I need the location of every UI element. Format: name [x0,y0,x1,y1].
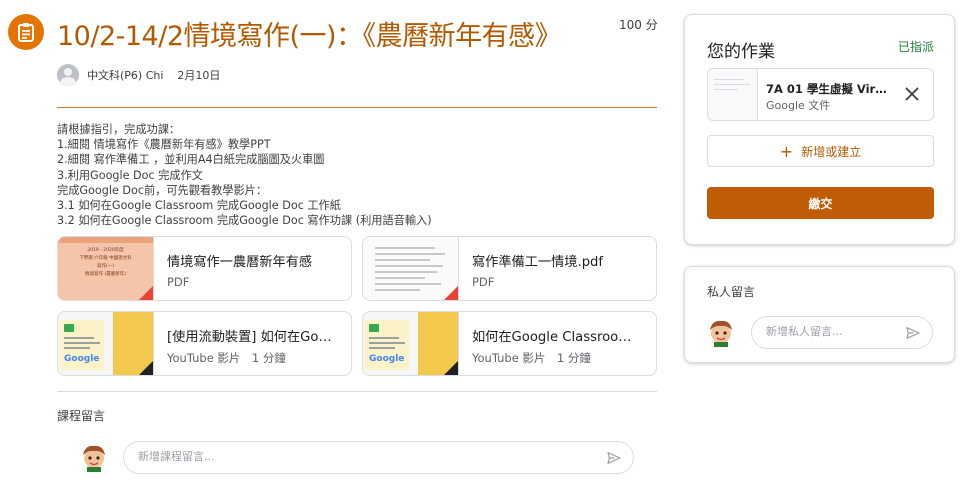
your-work-title: 您的作業 [707,42,775,62]
description-line: 請根據指引，完成功課： [57,123,181,136]
attachment-title: 如何在Google Classroom 完成Google Doc [472,330,642,345]
description-line: 2.細閱 寫作準備工 ，並利用A4白紙完成腦圖及火車圖 [57,153,325,167]
class-comments-label: 課程留言 [57,409,106,423]
description-line: 3.利用Google Doc 完成作文 [57,168,203,182]
attachment-thumbnail [363,237,459,300]
assignment-title: 10/2-14/2情境寫作(一)：《農曆新年有感》 [57,21,562,52]
add-or-create-button[interactable]: + 新增或建立 [707,135,934,167]
user-avatar [710,320,732,347]
post-date: 2月10日 [177,69,221,82]
assignment-icon [8,14,44,50]
attachment-card[interactable]: Google [使用流動裝置] 如何在Google Classroom YouT… [57,311,352,376]
close-icon[interactable] [901,83,923,105]
attachment-card[interactable]: 2019 - 2020年度 下學期 六年級 中國語文科 寫作(一) 情境寫作 (… [57,236,352,301]
your-work-card: 您的作業 已指派 7A 01 學生虛擬 Virtual Student Goog… [684,14,955,245]
plus-icon: + [779,141,794,161]
attachment-title: 寫作準備工一情境.pdf [472,255,604,270]
description-line: 1.細閱 情境寫作《農曆新年有感》教學PPT [57,138,271,152]
attachment-card[interactable]: 寫作準備工一情境.pdf PDF [362,236,657,301]
send-icon[interactable] [605,450,623,466]
attachment-title: 情境寫作一農曆新年有感 [167,255,313,270]
attachment-title: [使用流動裝置] 如何在Google Classroom [167,330,337,345]
send-icon[interactable] [904,325,922,341]
add-or-create-label: 新增或建立 [801,144,862,159]
attachment-thumbnail: 2019 - 2020年度 下學期 六年級 中國語文科 寫作(一) 情境寫作 (… [58,237,154,300]
title-divider [57,107,657,108]
attachment-card[interactable]: Google 如何在Google Classroom 完成Google Doc … [362,311,657,376]
author-name: 中文科(P6) Chi [87,69,164,82]
description-line: 3.1 如何在Google Classroom 完成Google Doc 工作紙 [57,199,341,213]
work-attachment-title: 7A 01 學生虛擬 Virtual Student [766,82,891,96]
attachment-type: YouTube 影片 1 分鐘 [167,351,286,365]
video-thumbnail: Google [58,312,154,375]
work-attachment-type: Google 文件 [766,99,831,112]
author-avatar [57,64,79,86]
attachment-type: PDF [472,275,495,289]
attachment-type: YouTube 影片 1 分鐘 [472,351,591,365]
google-logo-icon: Google [369,354,405,364]
section-divider [57,391,657,392]
assignment-points: 100 分 [619,18,658,32]
class-comment-box[interactable] [123,441,634,474]
private-comments-label: 私人留言 [707,285,756,299]
private-comment-box[interactable] [751,316,933,349]
submit-button[interactable]: 繳交 [707,187,934,219]
class-comment-input[interactable] [138,450,546,463]
private-comments-card: 私人留言 [684,266,955,363]
status-badge: 已指派 [897,40,934,54]
work-attachment[interactable]: 7A 01 學生虛擬 Virtual Student Google 文件 [707,68,934,121]
clipboard-icon [18,23,34,42]
description-line: 完成Google Doc前，可先觀看教學影片： [57,183,268,197]
assignment-description: 請根據指引，完成功課： 1.細閱 情境寫作《農曆新年有感》教學PPT 2.細閱 … [57,122,657,228]
description-line: 3.2 如何在Google Classroom 完成Google Doc 寫作功… [57,214,432,228]
user-avatar [83,445,105,472]
google-logo-icon: Google [64,354,100,364]
video-thumbnail: Google [363,312,459,375]
attachment-type: PDF [167,275,190,289]
author-row: 中文科(P6) Chi 2月10日 [57,64,220,86]
private-comment-input[interactable] [766,325,910,338]
doc-thumbnail [708,69,758,120]
